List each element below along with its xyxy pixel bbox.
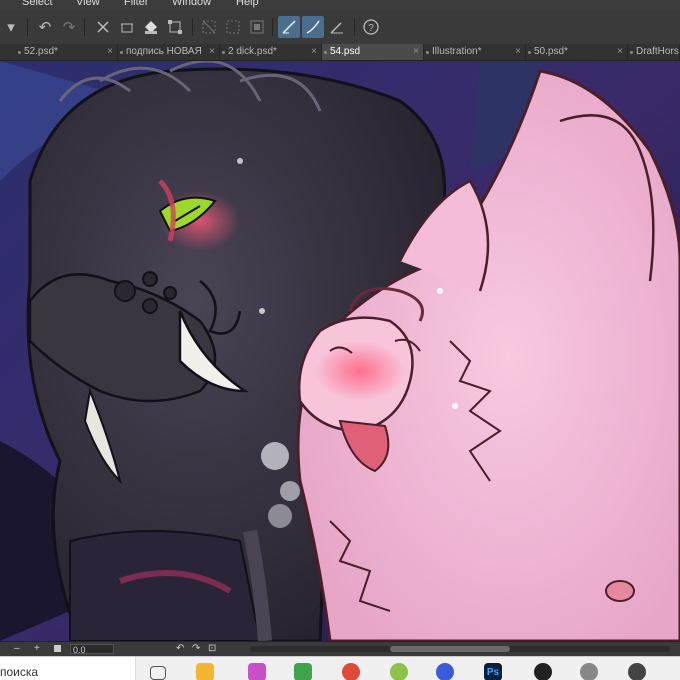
horizontal-scrollbar[interactable] bbox=[250, 646, 670, 652]
tab-podpis[interactable]: подпись НОВАЯ × bbox=[118, 44, 220, 60]
tab-2-dick[interactable]: 2 dick.psd* × bbox=[220, 44, 322, 60]
unsaved-dot bbox=[222, 51, 225, 54]
tab-label: 54.psd bbox=[330, 46, 361, 57]
messenger-icon[interactable] bbox=[436, 663, 454, 680]
sweat-drop bbox=[259, 308, 265, 314]
menu-select[interactable]: Select bbox=[22, 0, 53, 8]
search-text: поиска bbox=[0, 665, 39, 679]
tab-label: подпись НОВАЯ bbox=[126, 46, 202, 57]
file-explorer-icon[interactable] bbox=[196, 663, 214, 680]
menu-help[interactable]: Help bbox=[236, 0, 259, 8]
deselect-icon[interactable] bbox=[198, 16, 220, 38]
tab-54-psd[interactable]: 54.psd × bbox=[322, 44, 424, 60]
drawing-canvas[interactable] bbox=[0, 61, 680, 641]
tab-drafthorse[interactable]: DraftHorse bbox=[628, 44, 680, 60]
unsaved-dot bbox=[528, 51, 531, 54]
clipstudio-icon[interactable] bbox=[580, 663, 598, 680]
muzzle-spot bbox=[114, 280, 136, 302]
task-view-icon[interactable] bbox=[150, 666, 166, 680]
muzzle-spot bbox=[142, 298, 158, 314]
obs-icon[interactable] bbox=[534, 663, 552, 680]
zoom-out-button[interactable]: – bbox=[14, 642, 20, 656]
tab-50-psd[interactable]: 50.psd* × bbox=[526, 44, 628, 60]
toolbar-separator bbox=[354, 18, 355, 36]
snap-to-ruler-icon[interactable] bbox=[278, 16, 300, 38]
undo-icon[interactable]: ↶ bbox=[34, 16, 56, 38]
close-icon[interactable]: × bbox=[107, 44, 113, 60]
menu-filter[interactable]: Filter bbox=[124, 0, 148, 8]
close-icon[interactable]: × bbox=[617, 44, 623, 60]
document-tabs: 52.psd* × подпись НОВАЯ × 2 dick.psd* × … bbox=[0, 44, 680, 61]
clipstudio-active-icon[interactable] bbox=[628, 663, 646, 680]
rotate-field-icon[interactable]: ⊡ bbox=[208, 642, 216, 656]
clear-icon[interactable] bbox=[116, 16, 138, 38]
chrome-icon[interactable] bbox=[342, 663, 360, 680]
unsaved-dot bbox=[18, 51, 21, 54]
fit-icon[interactable] bbox=[54, 645, 61, 652]
taskbar-search[interactable]: поиска bbox=[0, 657, 136, 680]
tab-52-psd[interactable]: 52.psd* × bbox=[16, 44, 118, 60]
tab-label: DraftHorse bbox=[636, 46, 680, 57]
clip-studio-window: Select View Filter Window Help ▾ ↶ ↷ ? 5… bbox=[0, 0, 680, 680]
breath-puff bbox=[261, 442, 289, 470]
pink-chest-detail bbox=[605, 580, 635, 602]
transform-icon[interactable] bbox=[164, 16, 186, 38]
fill-icon[interactable] bbox=[140, 16, 162, 38]
sweat-drop bbox=[437, 288, 443, 294]
status-bar: – + 0.0 ↶ ↷ ⊡ bbox=[0, 641, 680, 656]
invert-selection-icon[interactable] bbox=[222, 16, 244, 38]
tab-dot bbox=[324, 51, 327, 54]
close-icon[interactable]: × bbox=[515, 44, 521, 60]
unsaved-dot bbox=[630, 51, 633, 54]
snap-to-special-ruler-icon[interactable] bbox=[302, 16, 324, 38]
photoshop-label: Ps bbox=[486, 666, 500, 678]
muzzle-spot bbox=[163, 286, 177, 300]
menu-bar: Select View Filter Window Help bbox=[0, 0, 680, 10]
close-icon[interactable]: × bbox=[311, 44, 317, 60]
blush bbox=[315, 341, 405, 401]
photoshop-icon[interactable]: Ps bbox=[484, 663, 502, 680]
tab-label: Illustration* bbox=[432, 46, 482, 57]
svg-text:?: ? bbox=[368, 23, 374, 34]
zoom-in-button[interactable]: + bbox=[34, 642, 40, 656]
rotate-left-icon[interactable]: ↶ bbox=[176, 642, 184, 656]
unsaved-dot bbox=[120, 51, 123, 54]
command-bar: ▾ ↶ ↷ ? bbox=[0, 10, 680, 45]
snap-to-grid-icon[interactable] bbox=[326, 16, 348, 38]
menu-window[interactable]: Window bbox=[172, 0, 211, 8]
tab-label: 52.psd* bbox=[24, 46, 58, 57]
toolbar-separator bbox=[192, 18, 193, 36]
zoom-field[interactable]: 0.0 bbox=[70, 644, 114, 655]
breath-puff bbox=[268, 504, 292, 528]
tab-label: 50.psd* bbox=[534, 46, 568, 57]
toolbar-separator bbox=[272, 18, 273, 36]
paint-app-icon[interactable] bbox=[248, 663, 266, 680]
rotate-right-icon[interactable]: ↷ bbox=[192, 642, 200, 656]
muzzle-spot bbox=[142, 271, 158, 287]
tab-label: 2 dick.psd* bbox=[228, 46, 277, 57]
close-icon[interactable]: × bbox=[413, 44, 419, 60]
dark-character-clothes bbox=[69, 530, 262, 641]
scrollbar-thumb[interactable] bbox=[390, 646, 510, 652]
sweat-drop bbox=[237, 158, 243, 164]
sweat-drop bbox=[452, 403, 458, 409]
menu-view[interactable]: View bbox=[76, 0, 100, 8]
delete-icon[interactable] bbox=[92, 16, 114, 38]
selection-border-icon[interactable] bbox=[246, 16, 268, 38]
breath-puff bbox=[280, 481, 300, 501]
artwork bbox=[0, 61, 680, 641]
help-icon[interactable]: ? bbox=[360, 16, 382, 38]
redo-icon[interactable]: ↷ bbox=[58, 16, 80, 38]
close-icon[interactable]: × bbox=[209, 44, 215, 60]
toolbar-separator bbox=[27, 18, 28, 36]
media-app-icon[interactable] bbox=[294, 663, 312, 680]
windows-taskbar: поиска Ps bbox=[0, 656, 680, 680]
tool-dropdown-icon[interactable]: ▾ bbox=[0, 16, 22, 38]
unsaved-dot bbox=[426, 51, 429, 54]
lime-app-icon[interactable] bbox=[390, 663, 408, 680]
toolbar-separator bbox=[84, 18, 85, 36]
tab-illustration[interactable]: Illustration* × bbox=[424, 44, 526, 60]
